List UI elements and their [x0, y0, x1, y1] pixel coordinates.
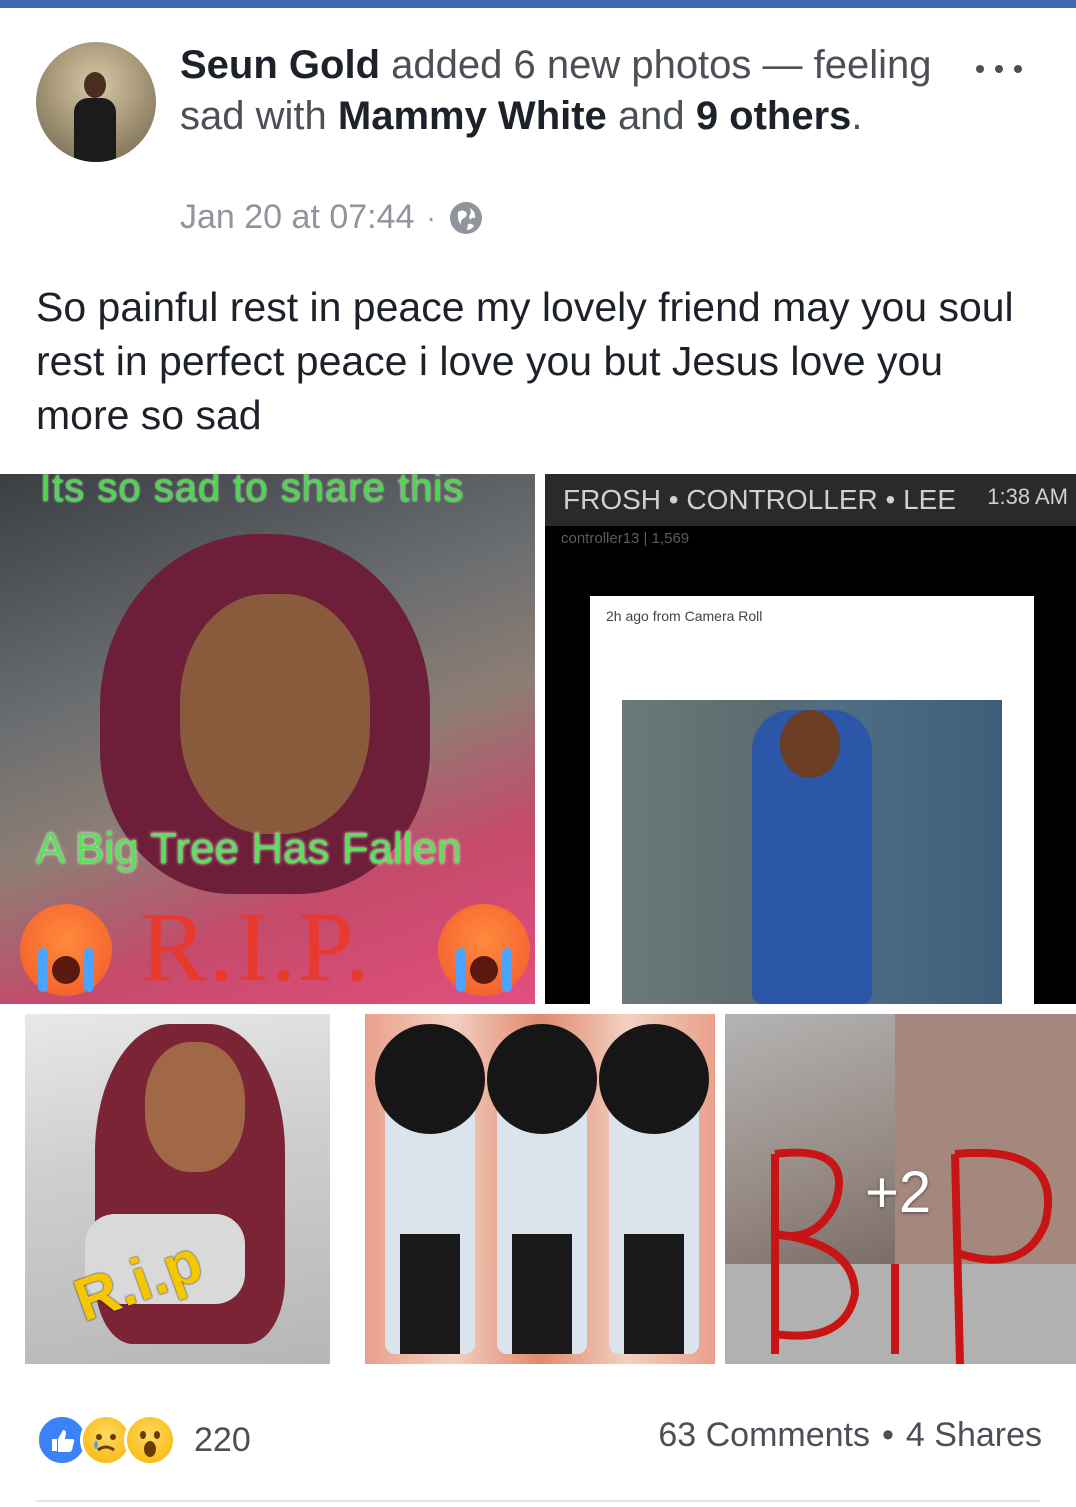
reactions-summary[interactable]: 220	[36, 1414, 251, 1466]
engagement-summary: 63 Comments • 4 Shares	[658, 1416, 1042, 1455]
post-body-text: So painful rest in peace my lovely frien…	[36, 284, 1014, 438]
photo-4[interactable]	[365, 1014, 715, 1364]
comments-link[interactable]: 63 Comments	[658, 1416, 870, 1455]
avatar-figure-head	[84, 72, 106, 98]
author-avatar[interactable]	[36, 42, 156, 162]
shares-link[interactable]: 4 Shares	[906, 1416, 1042, 1455]
photo-2[interactable]: FROSH • CONTROLLER • LEE 1:38 AM control…	[545, 474, 1076, 1004]
photo-1-face	[180, 594, 370, 834]
header-period: .	[851, 94, 863, 138]
photo-2-card: 2h ago from Camera Roll	[590, 596, 1034, 1004]
photo-5-rip-drawing	[771, 1148, 1053, 1364]
meta-separator: ·	[426, 201, 436, 233]
photo-3[interactable]: R.i.p	[25, 1014, 330, 1364]
and-text: and	[617, 94, 685, 138]
crying-face-icon	[20, 904, 112, 996]
footer-divider	[36, 1500, 1040, 1502]
top-accent-bar	[0, 0, 1076, 8]
crying-face-icon	[438, 904, 530, 996]
tagged-others-link[interactable]: 9 others	[696, 94, 852, 138]
photo-1[interactable]: Its so sad to share this A Big Tree Has …	[0, 474, 535, 1004]
wow-icon	[124, 1414, 176, 1466]
photo-1-caption-rip: R.I.P.	[140, 891, 372, 1002]
photo-4-figure	[599, 1024, 709, 1354]
photo-2-inner-photo	[622, 700, 1002, 1004]
engagement-separator: •	[882, 1416, 894, 1454]
photo-2-status-time: 1:38 AM	[987, 484, 1068, 509]
photo-3-face	[145, 1042, 245, 1172]
author-name-link[interactable]: Seun Gold	[180, 43, 380, 87]
more-photos-count: +2	[865, 1160, 932, 1225]
more-horizontal-icon[interactable]	[972, 54, 1026, 84]
avatar-figure-body	[74, 98, 116, 162]
post-header: Seun Gold added 6 new photos — feeling s…	[180, 40, 940, 142]
photo-2-sub-status: controller13 | 1,569	[561, 530, 690, 547]
photo-1-caption-top: Its so sad to share this	[40, 474, 465, 510]
post-meta: Jan 20 at 07:44 ·	[180, 198, 484, 237]
photo-1-caption-mid: A Big Tree Has Fallen	[36, 824, 462, 873]
photo-2-inner-head	[780, 710, 840, 778]
photo-2-card-caption: 2h ago from Camera Roll	[606, 608, 763, 624]
photo-4-figure	[487, 1024, 597, 1354]
tagged-friend-link[interactable]: Mammy White	[338, 94, 607, 138]
globe-icon[interactable]	[448, 200, 484, 236]
post-timestamp[interactable]: Jan 20 at 07:44	[180, 198, 414, 237]
photo-5-more[interactable]: +2	[725, 1014, 1076, 1364]
reaction-count: 220	[194, 1420, 251, 1459]
photo-4-figure	[375, 1024, 485, 1354]
